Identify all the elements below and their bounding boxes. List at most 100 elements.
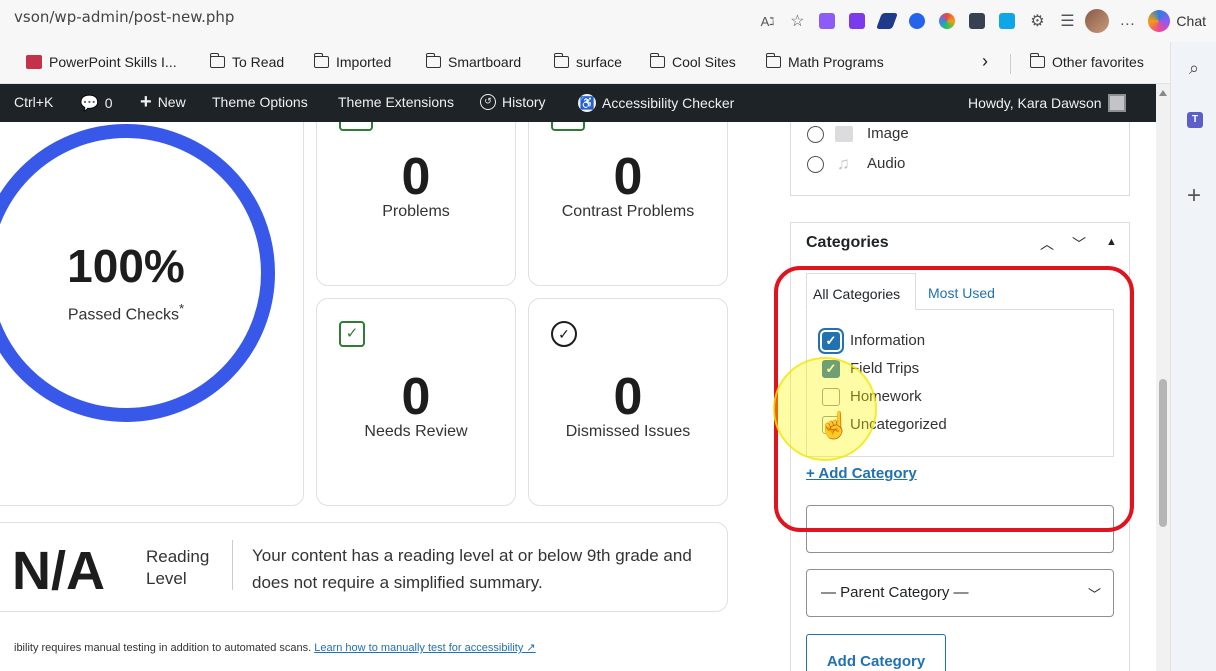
format-label-image: Image [867, 125, 909, 142]
reading-level-value: N/A [12, 541, 105, 601]
scroll-up-icon[interactable] [1159, 90, 1167, 96]
copilot-chat-button[interactable]: Chat [1142, 10, 1216, 32]
search-icon[interactable]: ⌕ [1171, 58, 1216, 79]
move-up-icon[interactable]: ︿ [1040, 234, 1054, 254]
check-box-icon [339, 122, 373, 131]
bookmarks-divider [1010, 54, 1011, 74]
contrast-label: Contrast Problems [561, 203, 695, 220]
scrollbar-thumb[interactable] [1159, 379, 1167, 527]
bookmark-other-favorites[interactable]: Other favorites [1030, 53, 1144, 70]
favorites-list-icon[interactable]: ☰ [1052, 6, 1082, 36]
extensions-puzzle-icon[interactable]: ⚙ [1022, 6, 1052, 36]
passed-checks-label: Passed Checks* [67, 301, 185, 324]
bookmark-to-read[interactable]: To Read [210, 53, 284, 70]
chevron-down-icon: ﹀ [1087, 587, 1101, 602]
categories-title: Categories [806, 234, 889, 251]
format-radio-audio[interactable] [807, 156, 824, 173]
bookmark-math-programs[interactable]: Math Programs [766, 53, 884, 70]
bookmark-imported[interactable]: Imported [314, 53, 391, 70]
format-radio-image[interactable] [807, 126, 824, 143]
extension-icon[interactable] [842, 6, 872, 36]
editor-content: 100% Passed Checks* 0 Problems 0 Contras… [0, 122, 1156, 671]
audio-icon: ♫ [837, 154, 850, 173]
cursor-highlight [773, 357, 877, 461]
more-menu-icon[interactable]: … [1112, 6, 1142, 36]
read-aloud-icon[interactable]: Aℷ [752, 6, 782, 36]
theme-extensions-menu[interactable]: Theme Extensions [338, 94, 454, 110]
extension-icon[interactable] [962, 6, 992, 36]
powerpoint-icon [26, 55, 42, 69]
comment-bubble-icon: 💬 [80, 95, 99, 112]
history-menu[interactable]: ↺ History [480, 94, 546, 110]
add-category-button[interactable]: Add Category [806, 634, 946, 671]
parent-category-select[interactable]: — Parent Category — ﹀ [806, 569, 1114, 617]
tab-all-categories[interactable]: All Categories [806, 273, 916, 310]
history-clock-icon: ↺ [480, 94, 496, 110]
review-count: 0 [401, 368, 431, 426]
dismissed-issues-card: ✓ 0 Dismissed Issues [528, 298, 728, 506]
dismissed-count: 0 [613, 368, 643, 426]
comments-menu[interactable]: 💬 0 [80, 94, 112, 112]
folder-icon [554, 53, 569, 68]
extension-icon[interactable] [872, 6, 902, 36]
accessibility-checker-menu[interactable]: ♿ Accessibility Checker [578, 94, 734, 112]
bookmarks-overflow-icon[interactable]: › [982, 51, 988, 72]
post-format-panel: Image ♫ Audio [790, 122, 1130, 196]
new-content-menu[interactable]: + New [140, 91, 186, 113]
add-sidebar-app-icon[interactable]: + [1171, 182, 1216, 210]
bookmark-surface[interactable]: surface [554, 53, 622, 70]
move-down-icon[interactable]: ﹀ [1072, 234, 1086, 254]
extension-icon[interactable] [932, 6, 962, 36]
copilot-icon [1148, 10, 1171, 32]
user-avatar [1107, 94, 1126, 112]
manual-testing-note: ibility requires manual testing in addit… [14, 642, 536, 654]
bookmark-cool-sites[interactable]: Cool Sites [650, 53, 736, 70]
passed-percent: 100% [67, 240, 185, 292]
folder-icon [426, 53, 441, 68]
browser-toolbar: vson/wp-admin/post-new.php Aℷ ☆ ⚙ ☰ … Ch… [0, 0, 1216, 42]
folder-icon [650, 53, 665, 68]
favorite-star-icon[interactable]: ☆ [782, 6, 812, 36]
folder-icon [1030, 53, 1045, 68]
reading-level-description: Your content has a reading level at or b… [252, 546, 692, 592]
command-palette-shortcut[interactable]: Ctrl+K [14, 94, 53, 110]
dismissed-label: Dismissed Issues [565, 423, 691, 440]
needs-review-card: ✓ 0 Needs Review [316, 298, 516, 506]
check-box-icon [551, 122, 585, 131]
hand-pointer-icon: ☝ [818, 410, 851, 440]
folder-icon [314, 53, 329, 68]
wp-admin-bar: Ctrl+K 💬 0 + New Theme Options Theme Ext… [0, 84, 1156, 122]
image-icon [835, 126, 853, 142]
reading-divider [232, 540, 233, 590]
theme-options-menu[interactable]: Theme Options [212, 94, 308, 110]
folder-icon [210, 53, 225, 68]
extension-icon[interactable] [992, 6, 1022, 36]
format-label-audio: Audio [867, 155, 906, 172]
accessibility-icon: ♿ [578, 94, 596, 112]
account-menu[interactable]: Howdy, Kara Dawson [968, 94, 1126, 112]
problems-card: 0 Problems [316, 122, 516, 286]
reading-level-label: Reading Level [146, 547, 210, 588]
address-bar[interactable]: vson/wp-admin/post-new.php [14, 8, 234, 26]
profile-avatar[interactable] [1082, 6, 1112, 36]
bookmark-powerpoint[interactable]: PowerPoint Skills I... [26, 54, 177, 70]
toolbar-icons: Aℷ ☆ ⚙ ☰ … Chat [752, 2, 1216, 40]
extension-icon[interactable] [902, 6, 932, 36]
folder-icon [766, 53, 781, 68]
passed-checks-card: 100% Passed Checks* [0, 122, 304, 506]
manual-testing-link[interactable]: Learn how to manually test for accessibi… [314, 642, 535, 654]
plus-icon: + [140, 91, 152, 113]
browser-sidebar: ⌕ T + [1170, 42, 1216, 671]
extension-icon[interactable] [812, 6, 842, 36]
check-box-icon: ✓ [339, 321, 365, 347]
screen: vson/wp-admin/post-new.php Aℷ ☆ ⚙ ☰ … Ch… [0, 0, 1216, 671]
teams-icon[interactable]: T [1187, 112, 1203, 128]
collapse-panel-icon[interactable]: ▲ [1106, 236, 1117, 248]
review-label: Needs Review [364, 423, 468, 440]
bookmark-smartboard[interactable]: Smartboard [426, 53, 521, 70]
check-circle-icon: ✓ [551, 321, 577, 347]
problems-label: Problems [382, 203, 450, 220]
page-scrollbar[interactable] [1156, 84, 1170, 671]
contrast-problems-card: 0 Contrast Problems [528, 122, 728, 286]
chat-label: Chat [1176, 13, 1206, 29]
